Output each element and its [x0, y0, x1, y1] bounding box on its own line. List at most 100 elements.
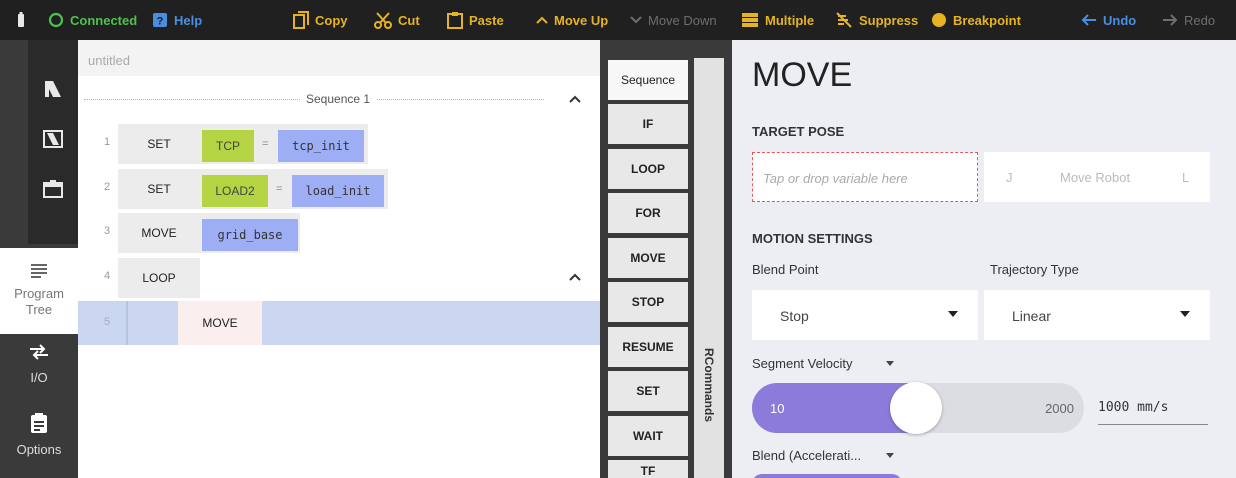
nav-program-tree[interactable]: Program Tree: [0, 248, 78, 334]
undo-button[interactable]: Undo: [1081, 0, 1136, 40]
velocity-value-field[interactable]: 1000 mm/s: [1098, 400, 1168, 415]
sequence-label: Sequence 1: [300, 92, 377, 106]
command-stop[interactable]: STOP: [608, 282, 688, 322]
nav-options-label: Options: [16, 442, 62, 457]
command-block-move[interactable]: MOVE: [178, 301, 262, 345]
program-row[interactable]: 1 SET TCP = tcp_init: [78, 124, 600, 164]
program-row[interactable]: 2 SET LOAD2 = load_init: [78, 169, 600, 209]
multiple-select-icon: [742, 13, 758, 27]
blend-acceleration-dropdown-icon[interactable]: [886, 453, 894, 458]
copy-button[interactable]: Copy: [293, 0, 348, 40]
variable-pill[interactable]: LOAD2: [202, 175, 268, 207]
panel-title: MOVE: [752, 56, 853, 94]
target-pose-heading: TARGET POSE: [752, 124, 845, 139]
command-tf[interactable]: TF: [608, 460, 688, 478]
command-move[interactable]: MOVE: [608, 238, 688, 278]
row-number: 1: [103, 136, 111, 148]
collapse-chevron-up-icon[interactable]: [568, 94, 582, 104]
value-pill[interactable]: load_init: [292, 175, 384, 207]
command-if[interactable]: IF: [608, 104, 688, 144]
copy-label: Copy: [315, 12, 348, 28]
command-set[interactable]: SET: [608, 371, 688, 411]
program-row[interactable]: 3 MOVE grid_base: [78, 213, 600, 253]
command-for[interactable]: FOR: [608, 193, 688, 233]
program-tree-icon: [31, 264, 47, 278]
move-down-label: Move Down: [648, 12, 717, 28]
commands-panel: Sequence IF LOOP FOR MOVE STOP RESUME SE…: [600, 40, 726, 478]
paste-button[interactable]: Paste: [447, 0, 504, 40]
trajectory-type-select[interactable]: Linear: [984, 290, 1210, 340]
program-title[interactable]: untitled: [78, 40, 600, 76]
command-block-loop[interactable]: LOOP: [118, 258, 200, 298]
blend-point-select[interactable]: Stop: [752, 290, 978, 340]
blend-acceleration-label[interactable]: Blend (Accelerati...: [752, 448, 861, 463]
move-up-label: Move Up: [554, 12, 609, 28]
command-block-set[interactable]: SET: [118, 169, 200, 209]
move-up-button[interactable]: Move Up: [536, 0, 608, 40]
variable-pill[interactable]: TCP: [202, 130, 254, 162]
command-wait[interactable]: WAIT: [608, 416, 688, 456]
breakpoint-dot-icon: [932, 13, 946, 27]
rcommands-label: RCommands: [702, 348, 716, 423]
linear-mode-label: L: [1182, 170, 1190, 185]
slider-min-label: 10: [770, 401, 785, 416]
battery-icon: [16, 0, 26, 40]
blend-acceleration-slider[interactable]: [752, 474, 902, 478]
move-properties-panel: MOVE TARGET POSE Tap or drop variable he…: [732, 40, 1236, 478]
value-pill[interactable]: tcp_init: [278, 130, 364, 162]
nav-options[interactable]: Options: [0, 412, 78, 468]
clipboard-icon: [447, 12, 463, 29]
multiple-button[interactable]: Multiple: [741, 0, 814, 40]
breakpoint-label: Breakpoint: [953, 12, 1021, 28]
rcommands-tab[interactable]: RCommands: [694, 58, 724, 478]
program-row-selected[interactable]: 5 MOVE: [78, 301, 600, 345]
slider-knob[interactable]: [890, 382, 942, 434]
cut-button[interactable]: Cut: [374, 0, 420, 40]
program-row[interactable]: 4 LOOP: [78, 258, 600, 298]
suppress-button[interactable]: Suppress: [835, 0, 918, 40]
connection-status[interactable]: Connected: [48, 0, 137, 40]
loop-collapse-chevron-up-icon[interactable]: [568, 272, 582, 282]
command-loop[interactable]: LOOP: [608, 149, 688, 189]
sequence-header[interactable]: Sequence 1: [78, 92, 600, 108]
arrow-right-icon: [1163, 14, 1178, 26]
redo-button[interactable]: Redo: [1162, 0, 1215, 40]
segment-velocity-dropdown-icon[interactable]: [886, 361, 894, 366]
multiple-label: Multiple: [765, 12, 815, 28]
left-navigation: Program Tree I/O Options: [0, 40, 78, 478]
nesting-indent-bar: [126, 301, 128, 345]
toolbar: Connected ? Help Copy Cut Paste Move Up …: [0, 0, 1236, 40]
paste-label: Paste: [469, 12, 504, 28]
cut-label: Cut: [398, 12, 420, 28]
target-pose-drop-field[interactable]: Tap or drop variable here: [752, 152, 978, 202]
command-sequence[interactable]: Sequence: [608, 60, 688, 100]
row-number: 2: [103, 181, 111, 193]
value-pill[interactable]: grid_base: [202, 219, 298, 251]
command-block-move[interactable]: MOVE: [118, 213, 200, 253]
motion-settings-heading: MOTION SETTINGS: [752, 231, 873, 246]
equals-sign: =: [276, 183, 283, 195]
copy-icon: [293, 11, 309, 29]
nav-io-label: I/O: [30, 370, 48, 385]
move-robot-button[interactable]: J Move Robot L: [984, 152, 1210, 202]
suppress-label: Suppress: [859, 12, 919, 28]
row-number: 4: [103, 270, 111, 282]
redo-label: Redo: [1184, 12, 1216, 28]
help-icon: ?: [153, 13, 167, 28]
breakpoint-button[interactable]: Breakpoint: [931, 0, 1021, 40]
segment-velocity-label[interactable]: Segment Velocity: [752, 356, 852, 371]
nav-program-tree-label: Program Tree: [14, 286, 64, 317]
scissors-icon: [374, 12, 392, 29]
command-block-set[interactable]: SET: [118, 124, 200, 164]
dropdown-arrow-icon: [948, 311, 958, 317]
nav-io[interactable]: I/O: [0, 344, 78, 400]
blend-point-value: Stop: [780, 308, 809, 324]
row-number: 3: [103, 225, 111, 237]
toolbox-icon[interactable]: [40, 176, 66, 202]
move-down-button[interactable]: Move Down: [630, 0, 717, 40]
robot-view-icon[interactable]: [40, 76, 66, 102]
help-button[interactable]: ? Help: [152, 0, 202, 40]
robot-view-alt-icon[interactable]: [40, 126, 66, 152]
connected-circle-icon: [48, 12, 64, 28]
command-resume[interactable]: RESUME: [608, 327, 688, 367]
